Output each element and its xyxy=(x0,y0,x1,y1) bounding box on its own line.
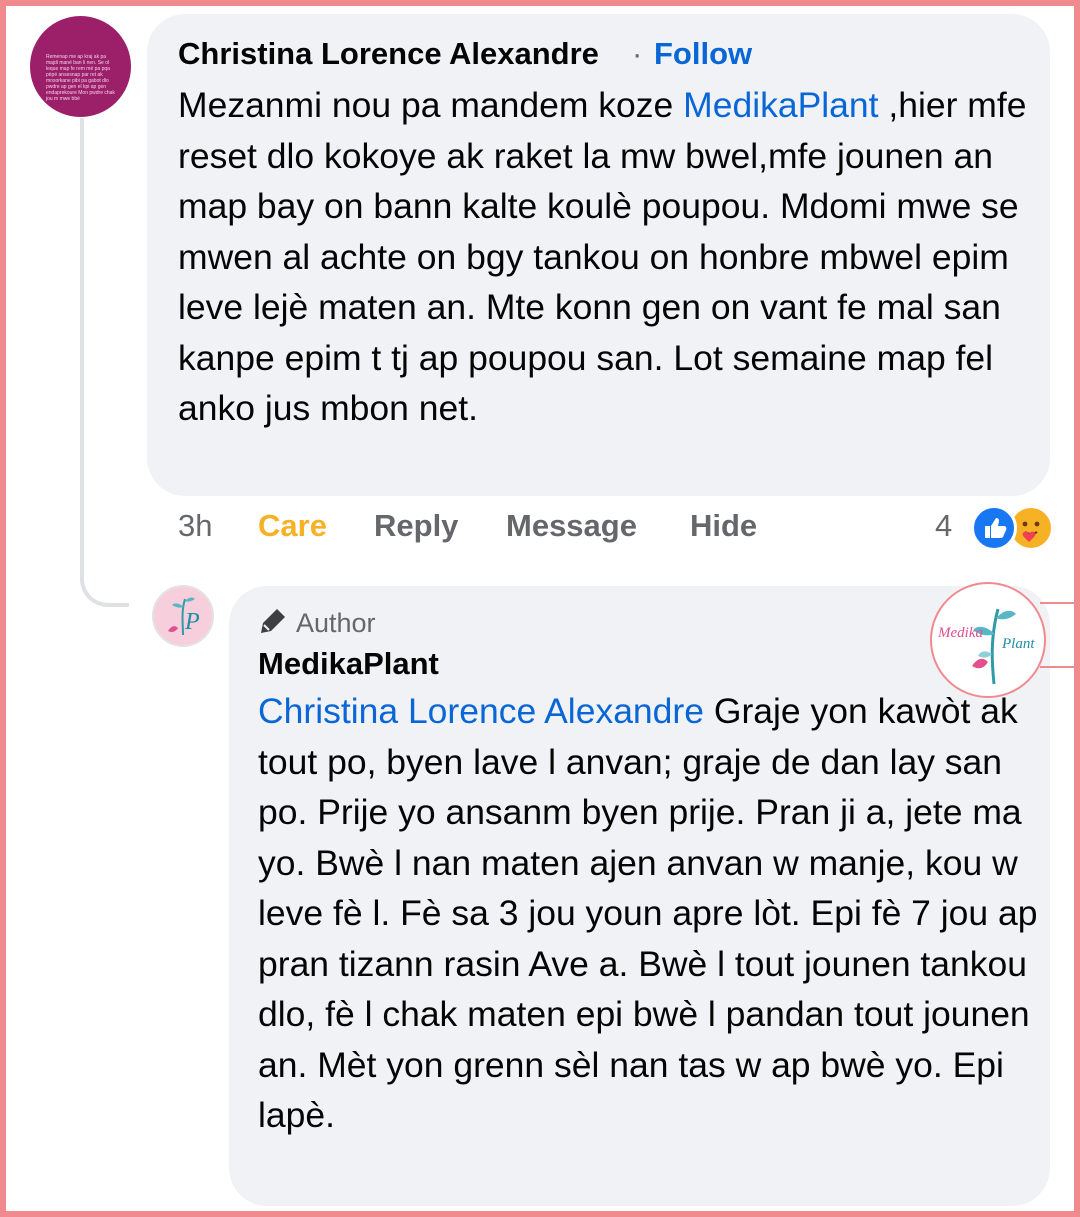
reply-author-name[interactable]: MedikaPlant xyxy=(258,646,439,682)
logo-text-plant: Plant xyxy=(1001,636,1035,652)
comment-text-start: Mezanmi nou pa mandem koze xyxy=(178,85,684,125)
separator-dot: · xyxy=(632,36,643,71)
author-badge-label: Author xyxy=(296,608,376,638)
comment-actions-row: 3h Care Reply Message Hide 4 xyxy=(0,508,1080,552)
follow-button[interactable]: Follow xyxy=(654,36,752,72)
hide-button[interactable]: Hide xyxy=(690,508,757,544)
pen-icon xyxy=(261,609,285,633)
reply-text-body: Graje yon kawòt ak tout po, byen lave l … xyxy=(258,691,1038,1135)
comment-text-rest: ,hier mfe reset dlo kokoye ak raket la m… xyxy=(178,85,1027,428)
medikaplant-logo: Medika Plant xyxy=(930,582,1046,698)
reply-text: Christina Lorence Alexandre Graje yon ka… xyxy=(258,686,1038,1141)
svg-text:P: P xyxy=(184,609,200,635)
mention-link-medikaplant[interactable]: MedikaPlant xyxy=(683,85,878,125)
logo-text-medika: Medika xyxy=(937,625,983,641)
comment-text: Mezanmi nou pa mandem koze MedikaPlant ,… xyxy=(178,80,1038,434)
reaction-count[interactable]: 4 xyxy=(935,508,952,544)
message-button[interactable]: Message xyxy=(506,508,637,544)
mention-link-christina[interactable]: Christina Lorence Alexandre xyxy=(258,691,704,731)
avatar-tiny-text: Remenap me ap kraj ak pa majdi mané ban … xyxy=(46,54,115,102)
like-reaction-icon[interactable] xyxy=(971,505,1017,551)
author-badge: Author xyxy=(258,606,376,639)
logo-connector-shape xyxy=(1040,602,1074,668)
reply-button[interactable]: Reply xyxy=(374,508,458,544)
commenter-avatar[interactable]: Remenap me ap kraj ak pa majdi mané ban … xyxy=(30,16,131,117)
comment-author-name[interactable]: Christina Lorence Alexandre xyxy=(178,36,599,72)
page-avatar[interactable]: P xyxy=(152,585,214,647)
comment-timestamp[interactable]: 3h xyxy=(178,508,212,544)
care-reaction-button[interactable]: Care xyxy=(258,508,327,544)
